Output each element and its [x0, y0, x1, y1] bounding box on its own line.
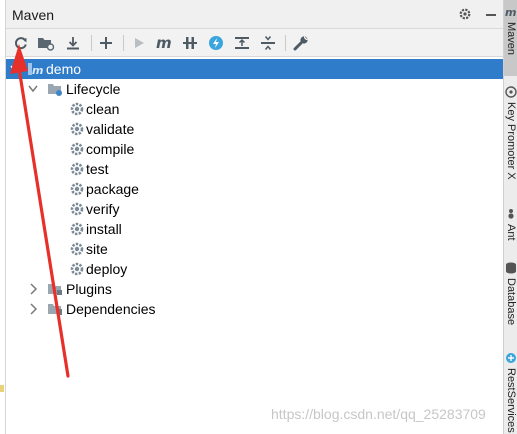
lifecycle-goal-label: clean	[86, 101, 120, 117]
tool-window-ant[interactable]: Ant	[504, 206, 517, 250]
gear-icon	[69, 141, 85, 157]
minimize-icon[interactable]	[483, 6, 499, 22]
dependencies-label: Dependencies	[66, 301, 156, 317]
plugins-label: Plugins	[66, 281, 112, 297]
settings-wrench-icon[interactable]	[292, 34, 310, 52]
toolbar-separator	[123, 35, 124, 51]
restservices-icon	[506, 353, 516, 363]
lifecycle-goal-validate[interactable]: validate	[6, 119, 503, 139]
download-icon[interactable]	[64, 34, 82, 52]
lifecycle-goal-install[interactable]: install	[6, 219, 503, 239]
tree-node-lifecycle[interactable]: Lifecycle	[6, 79, 503, 99]
generate-sources-icon[interactable]	[37, 34, 55, 52]
lifecycle-goal-label: install	[86, 221, 122, 237]
toolbar-separator	[91, 35, 92, 51]
panel-titlebar: Maven	[6, 0, 503, 29]
lifecycle-goal-verify[interactable]: verify	[6, 199, 503, 219]
toggle-offline-icon[interactable]	[181, 34, 199, 52]
ant-icon	[508, 209, 514, 219]
key-promoter-icon	[505, 86, 517, 98]
lifecycle-label: Lifecycle	[66, 81, 121, 97]
tool-label: RestServices	[505, 368, 517, 433]
svg-text:m: m	[505, 6, 516, 18]
chevron-right-icon[interactable]	[27, 282, 39, 296]
maven-panel: Maven m m demo Lifecycle clean validate …	[6, 0, 503, 434]
tree-node-demo[interactable]: m demo	[6, 59, 503, 79]
maven-toolbar: m	[6, 29, 503, 57]
gear-icon	[69, 201, 85, 217]
maven-project-icon: m	[28, 63, 43, 77]
right-tool-stripe: m Maven Key Promoter X Ant Database Rest…	[503, 0, 517, 434]
lifecycle-goal-label: validate	[86, 121, 135, 137]
panel-title: Maven	[12, 7, 55, 23]
plugins-folder-icon	[48, 284, 62, 295]
gear-icon	[69, 261, 85, 277]
run-icon[interactable]	[130, 34, 148, 52]
lifecycle-goal-label: test	[86, 161, 109, 177]
lifecycle-goal-label: verify	[86, 201, 120, 217]
tool-label: Maven	[505, 22, 517, 56]
lifecycle-goal-label: compile	[86, 141, 135, 157]
gear-icon[interactable]	[457, 6, 473, 22]
lifecycle-goal-clean[interactable]: clean	[6, 99, 503, 119]
show-dependencies-icon[interactable]	[233, 34, 251, 52]
reimport-icon[interactable]	[12, 34, 30, 52]
lifecycle-goal-test[interactable]: test	[6, 159, 503, 179]
chevron-down-icon[interactable]	[27, 82, 39, 96]
gear-icon	[69, 161, 85, 177]
tool-window-restservices[interactable]: RestServices	[504, 350, 517, 434]
tree-node-dependencies[interactable]: Dependencies	[6, 299, 503, 319]
tool-label: Key Promoter X	[505, 102, 517, 180]
tool-window-maven[interactable]: m Maven	[504, 0, 517, 76]
gear-icon	[69, 181, 85, 197]
lifecycle-goal-compile[interactable]: compile	[6, 139, 503, 159]
database-icon	[506, 262, 516, 274]
svg-text:m: m	[32, 64, 43, 77]
skip-tests-icon[interactable]	[207, 34, 225, 52]
chevron-right-icon[interactable]	[27, 302, 39, 316]
gear-icon	[69, 101, 85, 117]
lifecycle-goal-deploy[interactable]: deploy	[6, 259, 503, 279]
gear-icon	[69, 221, 85, 237]
tool-label: Ant	[505, 224, 517, 241]
lifecycle-goal-label: deploy	[86, 261, 128, 277]
lifecycle-goal-label: package	[86, 181, 139, 197]
lifecycle-goal-site[interactable]: site	[6, 239, 503, 259]
gear-icon	[69, 241, 85, 257]
dependencies-folder-icon	[48, 304, 62, 315]
tool-window-key-promoter[interactable]: Key Promoter X	[504, 84, 517, 194]
lifecycle-folder-icon	[48, 84, 62, 96]
project-label: demo	[46, 61, 82, 77]
maven-projects-tree: m demo Lifecycle clean validate compile tes…	[6, 58, 503, 434]
watermark: https://blog.csdn.net/qq_25283709	[271, 406, 486, 422]
maven-icon: m	[505, 6, 516, 18]
tool-label: Database	[505, 278, 517, 326]
lifecycle-goal-package[interactable]: package	[6, 179, 503, 199]
tool-window-database[interactable]: Database	[504, 260, 517, 340]
add-maven-project-icon[interactable]	[97, 34, 115, 52]
tree-node-plugins[interactable]: Plugins	[6, 279, 503, 299]
svg-text:m: m	[156, 35, 172, 51]
chevron-down-icon[interactable]	[9, 62, 21, 76]
lifecycle-goal-label: site	[86, 241, 108, 257]
collapse-all-icon[interactable]	[259, 34, 277, 52]
gear-icon	[69, 121, 85, 137]
execute-goal-icon[interactable]: m	[155, 34, 173, 52]
editor-marker	[0, 385, 4, 392]
toolbar-separator	[285, 35, 286, 51]
